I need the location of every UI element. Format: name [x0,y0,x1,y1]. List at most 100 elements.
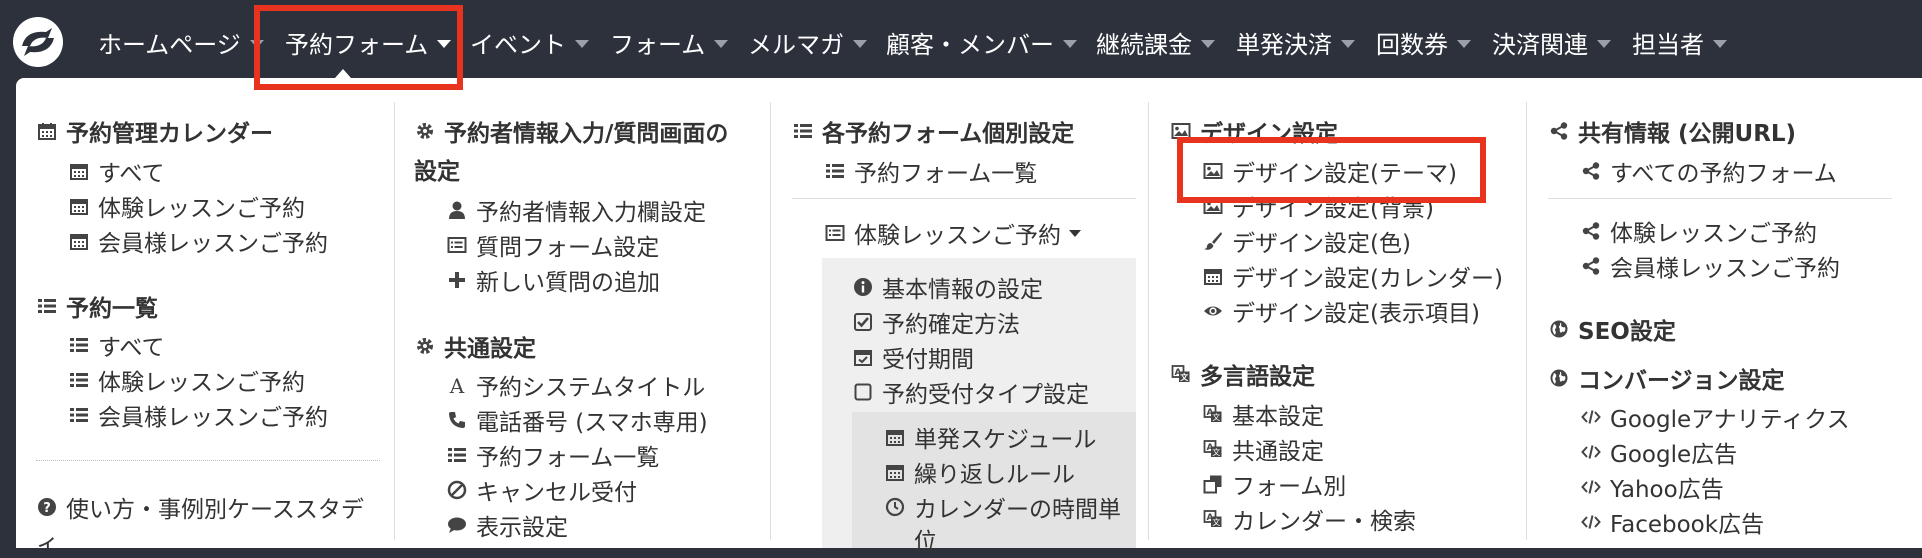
basic-info[interactable]: 基本情報の設定 [852,270,1043,304]
nav-item-payment[interactable]: 決済関連 [1492,0,1611,84]
lang-calendar-search[interactable]: A 文カレンダー・検索 [1202,502,1416,536]
lang-per-form[interactable]: フォーム別 [1202,467,1346,501]
language-icon: A文 [1170,363,1192,385]
globe-icon [1548,318,1570,340]
share-info-header[interactable]: 共有情報 (公開URL) [1548,114,1796,148]
form-list-link[interactable]: 予約フォーム一覧 [824,154,1037,188]
caret-down-icon [1457,40,1471,48]
nav-item-staff[interactable]: 担当者 [1632,0,1727,84]
item-label: 予約フォーム一覧 [476,445,660,471]
form-list[interactable]: 予約フォーム一覧 [446,438,659,472]
seo-settings-header[interactable]: SEO設定 [1548,312,1676,346]
calendar-header[interactable]: 予約管理カレンダー [36,114,273,148]
common-settings-header[interactable]: 共通設定 [414,329,536,363]
lang-basic[interactable]: A 文基本設定 [1202,397,1324,431]
form-icon [824,222,846,244]
highlight-box-design-theme [1177,137,1486,203]
eye-icon [1202,300,1224,322]
form-icon [446,234,468,256]
list-trial[interactable]: 体験レッスンご予約 [68,363,305,397]
design-calendar[interactable]: デザイン設定(カレンダー) [1202,259,1503,293]
calendar-icon [68,230,90,252]
design-color[interactable]: デザイン設定(色) [1202,224,1411,258]
nav-label: 担当者 [1632,30,1704,59]
item-label: すべて [98,161,165,187]
input-settings-header-wrap[interactable]: 設定 [414,152,460,186]
share-all-forms[interactable]: すべての予約フォーム [1580,154,1837,188]
input-fields-setting[interactable]: 予約者情報入力欄設定 [446,193,706,227]
help-link[interactable]: ? 使い方・事例別ケーススタデ [36,490,364,524]
lang-common[interactable]: A 文共通設定 [1202,432,1324,466]
item-label: Facebook広告 [1610,512,1765,538]
question-form-setting[interactable]: 質問フォーム設定 [446,228,659,262]
help-link-wrap[interactable]: ィ [36,524,59,558]
individual-settings-header[interactable]: 各予約フォーム個別設定 [792,114,1074,148]
item-label: 予約者情報入力欄設定 [476,200,706,226]
item-label: キャンセル受付 [476,480,637,506]
nav-item-subscription[interactable]: 継続課金 [1096,0,1215,84]
item-label: 予約フォーム一覧 [854,161,1038,187]
list-icon [36,295,58,317]
list-icon [68,334,90,356]
nav-item-customer[interactable]: 顧客・メンバー [886,0,1077,84]
calendar-time-unit-wrap[interactable]: 位 [914,522,937,556]
form-select-dropdown[interactable]: 体験レッスンご予約 [824,216,1081,250]
reception-period[interactable]: 受付期間 [852,340,974,374]
nav-item-mailmag[interactable]: メルマガ [748,0,867,84]
item-label: デザイン設定(色) [1232,231,1411,257]
language-settings-header[interactable]: A文 多言語設定 [1170,357,1315,391]
item-label: カレンダー・検索 [1232,509,1416,535]
item-label: Yahoo広告 [1610,477,1724,503]
design-display-items[interactable]: デザイン設定(表示項目) [1202,294,1480,328]
repeat-rule[interactable]: 繰り返しルール [884,455,1075,489]
conversion-header-label: コンバージョン設定 [1578,368,1785,394]
confirm-method[interactable]: 予約確定方法 [852,305,1020,339]
ban-icon [446,479,468,501]
reception-type[interactable]: 予約受付タイプ設定 [852,375,1089,409]
nav-label: フォーム [610,30,706,59]
nav-item-tickets[interactable]: 回数券 [1376,0,1471,84]
calendar-time-unit[interactable]: カレンダーの時間単 [884,490,1121,524]
list-icon [792,120,814,142]
conversion-settings-header[interactable]: コンバージョン設定 [1548,361,1785,395]
google-analytics[interactable]: Googleアナリティクス [1580,400,1850,434]
display-settings[interactable]: 表示設定 [446,508,568,542]
list-icon [446,444,468,466]
system-title[interactable]: A 予約システムタイトル [446,368,706,402]
item-label: 予約受付タイプ設定 [882,382,1089,408]
nav-item-form[interactable]: フォーム [610,0,729,84]
yahoo-ads[interactable]: Yahoo広告 [1580,470,1724,504]
single-schedule[interactable]: 単発スケジュール [884,420,1096,454]
phone-number[interactable]: 電話番号 (スマホ専用) [446,403,708,437]
calendar-trial[interactable]: 体験レッスンご予約 [68,189,305,223]
nav-item-homepage[interactable]: ホームページ [98,0,264,84]
help-label-wrap: ィ [36,531,59,557]
calendar-member[interactable]: 会員様レッスンご予約 [68,224,328,258]
google-ads[interactable]: Google広告 [1580,435,1737,469]
share-member[interactable]: 会員様レッスンご予約 [1580,249,1840,283]
language-icon: A文 [1202,508,1224,530]
question-circle-icon: ? [36,496,58,518]
caret-down-icon [1063,40,1077,48]
item-label: 会員様レッスンご予約 [98,405,328,431]
input-settings-header[interactable]: 予約者情報入力/質問画面の [414,114,728,148]
item-label: 予約確定方法 [882,312,1020,338]
share-trial[interactable]: 体験レッスンご予約 [1580,214,1817,248]
nav-item-single-payment[interactable]: 単発決済 [1236,0,1355,84]
list-member[interactable]: 会員様レッスンご予約 [68,398,328,432]
svg-text:文: 文 [1180,372,1189,382]
logo-icon[interactable] [12,16,64,68]
list-all[interactable]: すべて [68,328,164,362]
calendar-icon [68,195,90,217]
share-icon [1580,220,1602,242]
item-label: カレンダーの時間単 [914,497,1121,523]
calendar-all[interactable]: すべて [68,154,164,188]
facebook-ads[interactable]: Facebook広告 [1580,505,1764,539]
cancel-reception[interactable]: キャンセル受付 [446,473,637,507]
item-label-wrap: 位 [914,529,937,555]
nav-item-event[interactable]: イベント [470,0,589,84]
add-question[interactable]: 新しい質問の追加 [446,263,660,297]
list-header[interactable]: 予約一覧 [36,289,158,323]
item-label: 受付期間 [882,347,974,373]
share-icon [1548,120,1570,142]
